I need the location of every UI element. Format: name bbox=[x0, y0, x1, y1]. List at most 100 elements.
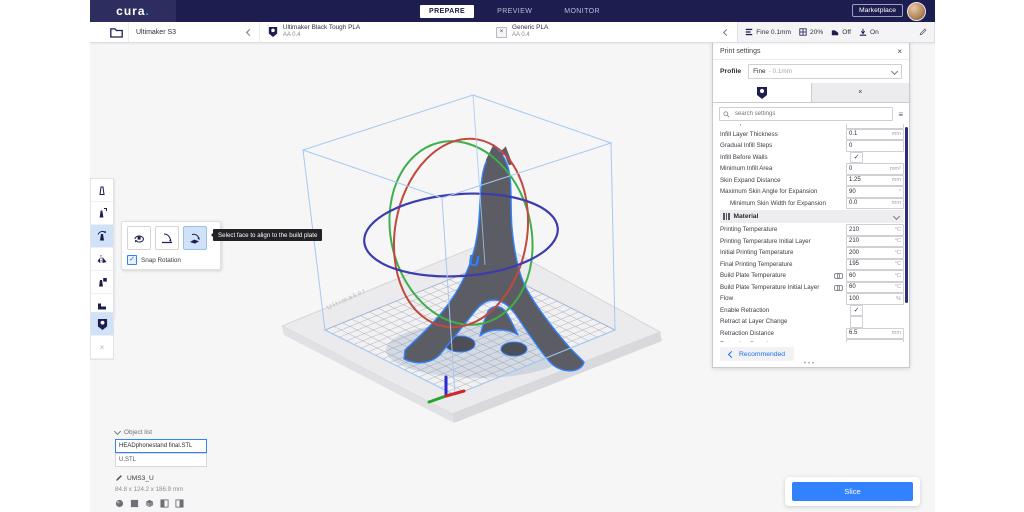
panel-resize-handle[interactable]: ••• bbox=[712, 361, 908, 367]
setting-label: Minimum Infill Area bbox=[720, 165, 846, 172]
project-name-row[interactable]: UMS3_U bbox=[115, 474, 207, 482]
setting-value-input[interactable]: 210°C bbox=[846, 236, 904, 248]
close-icon[interactable]: × bbox=[897, 47, 902, 56]
setting-label: Printing Temperature bbox=[720, 226, 846, 233]
view-left-icon[interactable] bbox=[160, 499, 169, 508]
object-list-item[interactable]: U.STL bbox=[115, 453, 207, 467]
scrollbar[interactable] bbox=[905, 127, 908, 303]
setting-value-input[interactable]: 200°C bbox=[846, 247, 904, 259]
object-list-header[interactable]: Object list bbox=[115, 429, 207, 436]
extruder-1-material: Ultimaker Black Tough PLA bbox=[283, 24, 360, 32]
setting-checkbox[interactable] bbox=[850, 316, 863, 328]
material-icon bbox=[723, 213, 730, 220]
printer-selector[interactable]: Ultimaker S3 bbox=[128, 22, 260, 42]
setting-value-input[interactable]: 60°C bbox=[846, 270, 904, 282]
setting-label: Final Printing Temperature bbox=[720, 261, 846, 268]
per-model-settings-button[interactable] bbox=[91, 271, 113, 294]
extruder-2-nozzle: AA 0.4 bbox=[512, 32, 548, 40]
per-model-settings-icon bbox=[96, 276, 108, 288]
snap-rotation-checkbox[interactable]: ✓ bbox=[127, 255, 137, 265]
setting-label: Infill Layer Thickness bbox=[720, 131, 846, 138]
setting-label: Skin Expand Distance bbox=[720, 177, 846, 184]
settings-section-header[interactable]: Material bbox=[720, 210, 904, 223]
model-extruder-2-button[interactable]: × bbox=[91, 336, 113, 359]
setting-value-input[interactable]: 25mm/s bbox=[846, 339, 904, 342]
cura-logo: cura. bbox=[90, 0, 176, 22]
settings-menu-icon[interactable]: ≡ bbox=[898, 110, 903, 119]
setting-value-input[interactable]: 90° bbox=[846, 186, 904, 198]
reset-rotation-button[interactable] bbox=[127, 226, 151, 250]
setting-value-input[interactable]: 6.5mm bbox=[846, 328, 904, 340]
mirror-tool-button[interactable] bbox=[91, 248, 113, 271]
select-face-button[interactable] bbox=[183, 226, 207, 250]
model-extruder-1-button[interactable] bbox=[91, 313, 113, 336]
setting-row: Minimum Skin Width for Expansion0.0mm bbox=[720, 198, 904, 210]
disabled-extruder-icon: × bbox=[100, 343, 105, 352]
view-right-icon[interactable] bbox=[175, 499, 184, 508]
extruder-2-config[interactable]: × Generic PLA AA 0.4 bbox=[496, 24, 719, 40]
setting-value-input[interactable]: 0.0mm bbox=[846, 198, 904, 210]
extruder-1-config[interactable]: Ultimaker Black Tough PLA AA 0.4 bbox=[268, 24, 491, 40]
view-3d-icon[interactable] bbox=[115, 499, 124, 508]
move-tool-button[interactable] bbox=[91, 179, 113, 202]
extruder-1-nozzle: AA 0.4 bbox=[283, 32, 360, 40]
setting-value-input[interactable]: 0 bbox=[846, 140, 904, 152]
edit-settings-button[interactable] bbox=[919, 28, 927, 36]
link-icon bbox=[834, 273, 843, 278]
settings-search[interactable] bbox=[719, 107, 893, 121]
pencil-icon bbox=[919, 28, 927, 36]
open-file-button[interactable] bbox=[105, 22, 128, 42]
marketplace-button[interactable]: Marketplace bbox=[852, 4, 903, 17]
search-input[interactable] bbox=[733, 110, 889, 118]
tab-prepare[interactable]: PREPARE bbox=[420, 5, 474, 18]
setting-value-input[interactable]: 195°C bbox=[846, 259, 904, 271]
object-list-item[interactable]: HEADphonestand final.STL bbox=[115, 439, 207, 453]
adhesion-icon bbox=[859, 28, 867, 36]
setting-row: Initial Printing Temperature200°C bbox=[720, 247, 904, 259]
move-tool-icon bbox=[96, 184, 108, 196]
setting-row: Printing Temperature210°C bbox=[720, 224, 904, 236]
stage-tabs: PREPARE PREVIEW MONITOR bbox=[420, 0, 609, 22]
scale-tool-icon bbox=[96, 207, 108, 219]
setting-checkbox[interactable]: ✓ bbox=[850, 152, 863, 164]
settings-list: Infill Wipe Distance0.1mmInfill Layer Th… bbox=[720, 124, 904, 342]
setting-value-input[interactable]: 100% bbox=[846, 293, 904, 305]
print-settings-panel: Print settings × Profile Fine - 0.1mm × bbox=[712, 42, 910, 368]
chevron-left-icon bbox=[246, 28, 253, 35]
setting-value-input[interactable]: 0.1mm bbox=[846, 124, 904, 129]
avatar[interactable] bbox=[907, 2, 926, 21]
profile-label: Profile bbox=[720, 68, 741, 75]
profile-dropdown[interactable]: Fine - 0.1mm bbox=[748, 64, 902, 79]
extruder-1-icon bbox=[756, 86, 768, 100]
view-front-icon[interactable] bbox=[130, 499, 139, 508]
material-configuration[interactable]: Ultimaker Black Tough PLA AA 0.4 × Gener… bbox=[260, 22, 737, 42]
extruder-2-disabled-icon: × bbox=[496, 27, 507, 38]
setting-row: Infill Before Walls✓ bbox=[720, 152, 904, 164]
setting-label: Infill Wipe Distance bbox=[720, 124, 846, 126]
cura-app-window: Ultimaker U bbox=[90, 0, 935, 512]
setting-value-input[interactable]: 0mm² bbox=[846, 163, 904, 175]
recommended-button[interactable]: Recommended bbox=[720, 347, 794, 361]
tab-preview[interactable]: PREVIEW bbox=[488, 5, 541, 18]
setting-value-input[interactable]: 0.1mm bbox=[846, 129, 904, 141]
setting-checkbox[interactable]: ✓ bbox=[850, 305, 863, 317]
extruder-1-icon bbox=[97, 318, 108, 331]
tab-monitor[interactable]: MONITOR bbox=[555, 5, 609, 18]
setting-value-input[interactable]: 1.25mm bbox=[846, 175, 904, 187]
lay-flat-button[interactable] bbox=[155, 226, 179, 250]
setting-label: Enable Retraction bbox=[720, 307, 850, 314]
rotate-tool-button[interactable] bbox=[91, 225, 113, 248]
extruder-1-tab[interactable] bbox=[713, 83, 812, 102]
extruder-2-tab[interactable]: × bbox=[812, 83, 910, 102]
view-top-icon[interactable] bbox=[145, 499, 154, 508]
setting-value-input[interactable]: 210°C bbox=[846, 224, 904, 236]
slice-button[interactable]: Slice bbox=[792, 482, 913, 501]
infill-summary: 20% bbox=[799, 28, 823, 36]
rotate-tool-icon bbox=[96, 230, 108, 242]
setting-row: Flow100% bbox=[720, 293, 904, 305]
setting-value-input[interactable]: 60°C bbox=[846, 282, 904, 294]
tool-panel bbox=[90, 178, 114, 318]
chevron-left-icon bbox=[728, 350, 735, 357]
print-settings-summary[interactable]: Fine 0.1mm 20% Off On bbox=[737, 22, 935, 42]
scale-tool-button[interactable] bbox=[91, 202, 113, 225]
